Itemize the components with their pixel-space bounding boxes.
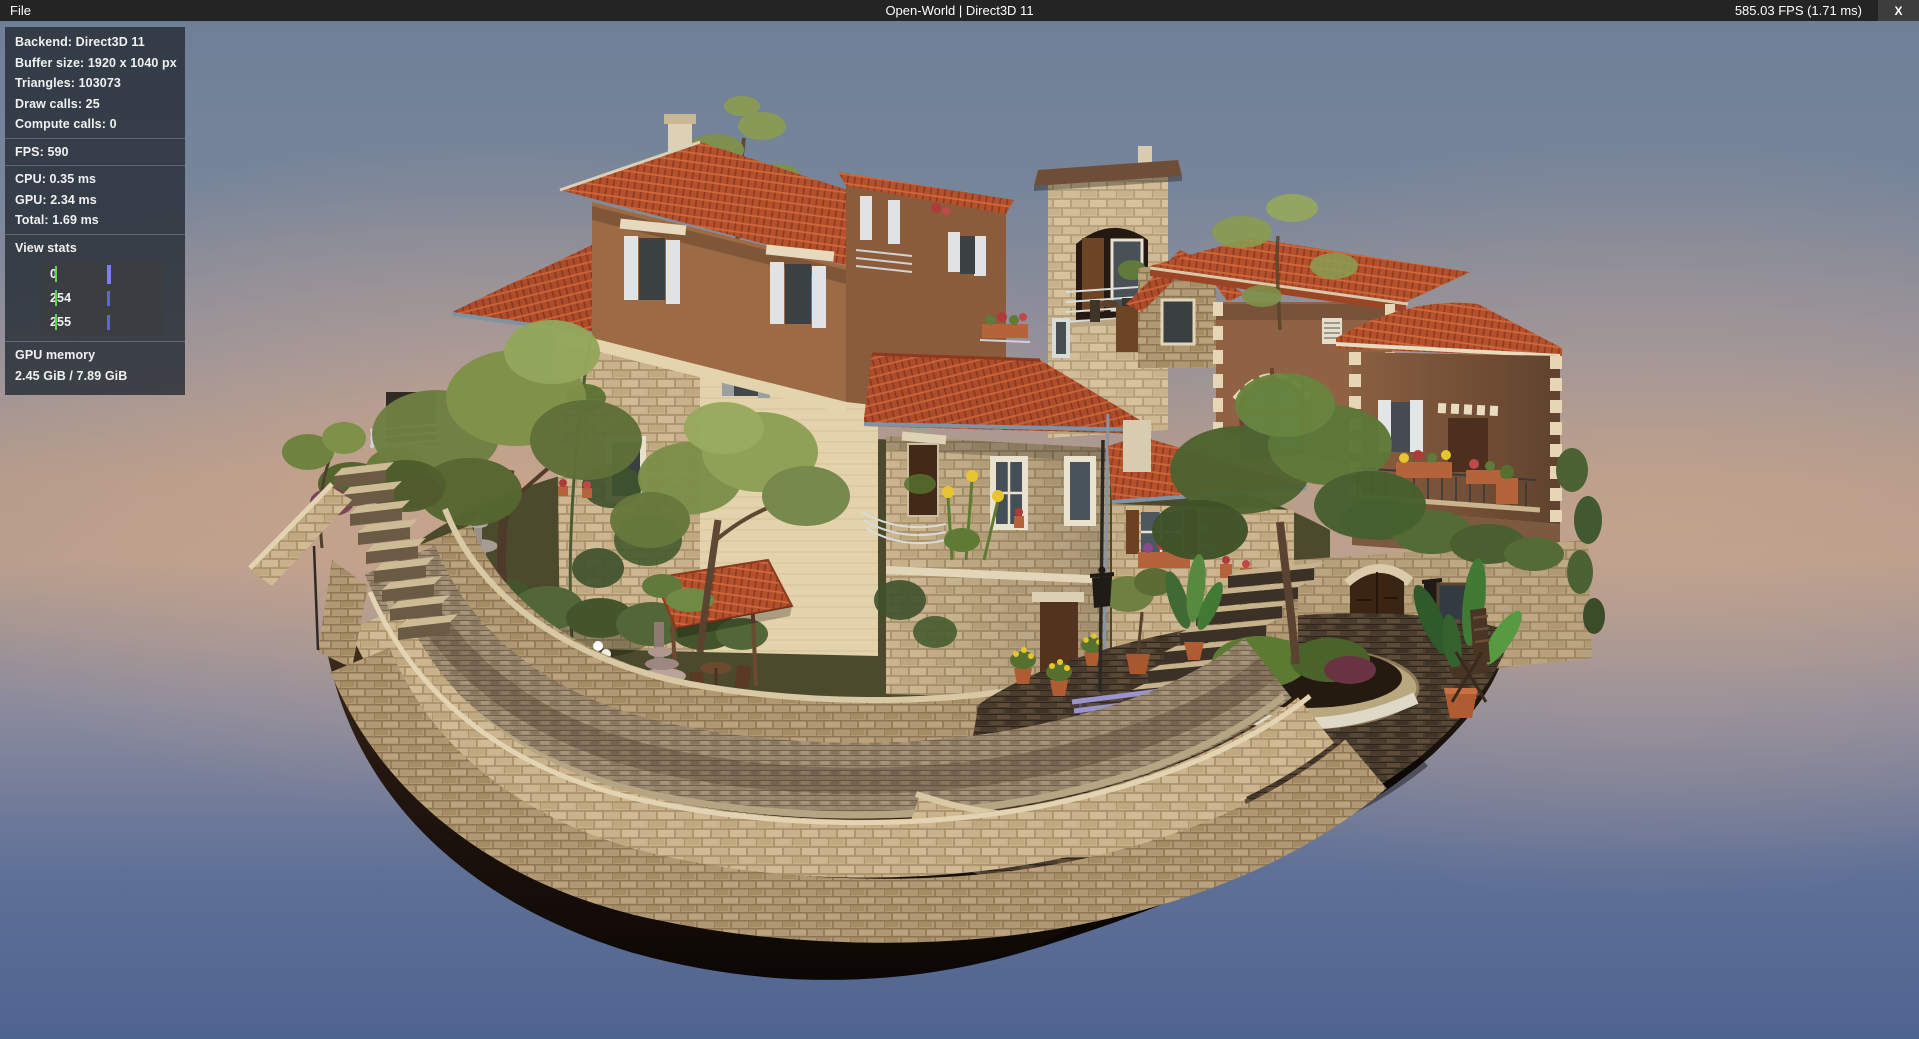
purple-bar (107, 265, 111, 284)
panel-divider (5, 165, 185, 166)
green-marker (55, 314, 57, 330)
app-window: File Open-World | Direct3D 11 585.03 FPS… (0, 0, 1919, 1039)
panel-divider (5, 138, 185, 139)
view-stats-row-label: 254 (50, 291, 71, 305)
close-button[interactable]: X (1878, 0, 1919, 21)
purple-bar (107, 315, 110, 330)
viewport-3d[interactable] (0, 0, 1919, 1039)
purple-bar (107, 291, 110, 306)
window-title: Open-World | Direct3D 11 (0, 3, 1919, 18)
titlebar: File Open-World | Direct3D 11 585.03 FPS… (0, 0, 1919, 21)
center-house-window-2 (1064, 456, 1096, 526)
view-stats-row-label: 255 (50, 315, 71, 329)
view-stats-label: View stats (5, 238, 185, 259)
panel-divider (5, 234, 185, 235)
stat-total: Total: 1.69 ms (5, 210, 185, 231)
stat-backend: Backend: Direct3D 11 (5, 32, 185, 53)
panel-divider (5, 341, 185, 342)
gpu-memory-label: GPU memory (5, 345, 185, 366)
right-house-b-door (1448, 418, 1488, 472)
view-stats-graph: 0 254 255 (41, 262, 163, 336)
view-stats-row: 255 (41, 310, 163, 334)
stat-draw-calls: Draw calls: 25 (5, 94, 185, 115)
stat-triangles: Triangles: 103073 (5, 73, 185, 94)
stat-compute-calls: Compute calls: 0 (5, 114, 185, 135)
gpu-memory-value: 2.45 GiB / 7.89 GiB (5, 366, 185, 387)
view-stats-row: 254 (41, 286, 163, 310)
view-stats-row: 0 (41, 262, 163, 286)
green-marker (55, 266, 57, 282)
flower-trough (980, 312, 1030, 342)
menu-file[interactable]: File (0, 3, 45, 18)
stat-cpu: CPU: 0.35 ms (5, 169, 185, 190)
green-marker (55, 290, 57, 306)
annex-chimney (1123, 420, 1151, 472)
stat-gpu: GPU: 2.34 ms (5, 190, 185, 211)
fps-readout: 585.03 FPS (1.71 ms) (1735, 3, 1878, 18)
stats-panel: Backend: Direct3D 11 Buffer size: 1920 x… (5, 27, 185, 395)
stat-buffer-size: Buffer size: 1920 x 1040 px (5, 53, 185, 74)
stat-fps: FPS: 590 (5, 142, 185, 163)
